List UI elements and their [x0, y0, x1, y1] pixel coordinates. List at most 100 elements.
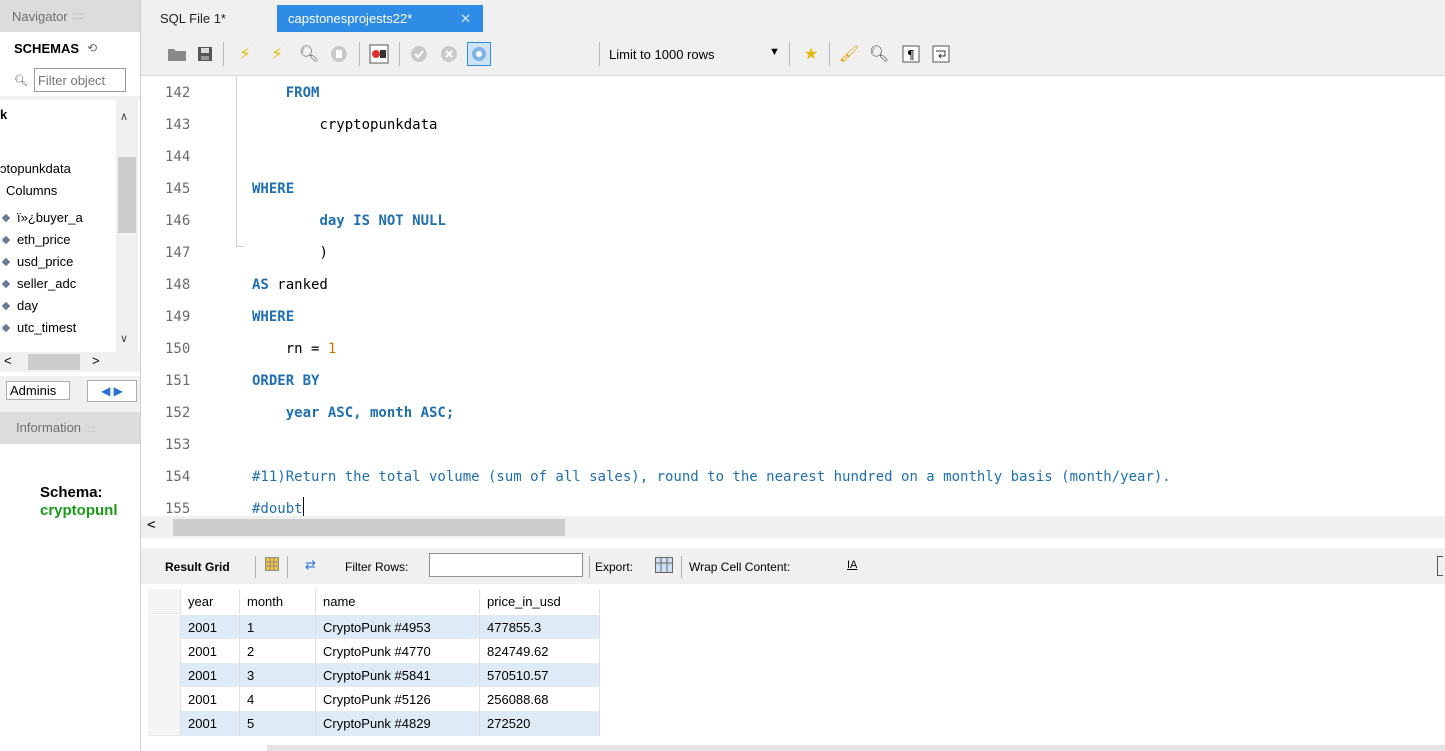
information-header: Information :::: — [0, 412, 140, 444]
table-cell[interactable]: 2001 — [181, 639, 240, 664]
table-cell[interactable]: 570510.57 — [480, 663, 600, 688]
table-cell[interactable]: 477855.3 — [480, 615, 600, 640]
folder-open-icon[interactable] — [165, 42, 189, 66]
tree-column-node[interactable]: ï»¿buyer_a — [0, 207, 83, 229]
grid-layout-icon[interactable] — [265, 557, 279, 574]
table-cell[interactable]: CryptoPunk #4829 — [316, 711, 480, 736]
toggle-error-icon[interactable] — [367, 42, 391, 66]
table-row[interactable]: 2001 2 CryptoPunk #4770 824749.62 — [148, 639, 600, 664]
export-label: Export: — [595, 560, 634, 574]
export-icon[interactable] — [655, 557, 673, 576]
tab-administration[interactable]: Adminis — [6, 381, 70, 400]
autocommit-icon[interactable] — [467, 42, 491, 66]
table-cell[interactable]: 5 — [240, 711, 316, 736]
wrap-cell-label: Wrap Cell Content: — [689, 560, 791, 574]
row-header[interactable] — [148, 663, 181, 688]
grid-header-row[interactable]: year month name price_in_usd — [148, 589, 600, 614]
side-panel-toggle-icon[interactable] — [1437, 556, 1443, 576]
table-cell[interactable]: CryptoPunk #4770 — [316, 639, 480, 664]
table-cell[interactable]: 4 — [240, 687, 316, 712]
commit-icon[interactable] — [407, 42, 431, 66]
scroll-left-icon[interactable]: < — [147, 517, 155, 533]
code-text: rn = 1 — [252, 332, 337, 366]
table-cell[interactable]: CryptoPunk #4953 — [316, 615, 480, 640]
table-cell[interactable]: 2001 — [181, 711, 240, 736]
row-header[interactable] — [148, 639, 181, 664]
tree-column-node[interactable]: eth_price — [0, 229, 70, 251]
tab-scroll-arrows-icon[interactable]: ◀ ▶ — [87, 380, 137, 402]
stop-icon[interactable] — [327, 42, 351, 66]
scroll-right-icon[interactable]: > — [92, 353, 100, 368]
table-cell[interactable]: 256088.68 — [480, 687, 600, 712]
column-header[interactable]: month — [240, 589, 316, 614]
refresh-icon[interactable]: ⟲ — [87, 41, 97, 55]
line-number: 152 — [165, 405, 191, 421]
editor-horizontal-scrollbar[interactable]: < — [141, 516, 1445, 538]
table-row[interactable]: 2001 1 CryptoPunk #4953 477855.3 — [148, 615, 600, 640]
sql-comment: #doubt — [252, 501, 303, 517]
tab-capstonesprojests22[interactable]: capstonesprojests22* ✕ — [277, 5, 483, 32]
wrap-icon[interactable] — [929, 42, 953, 66]
table-row[interactable]: 2001 4 CryptoPunk #5126 256088.68 — [148, 687, 600, 712]
filter-rows-input[interactable] — [429, 553, 583, 577]
tree-column-node[interactable]: usd_price — [0, 251, 73, 273]
result-grid[interactable]: year month name price_in_usd 2001 1 CryptoPunk… — [148, 585, 1445, 751]
add-snippet-icon[interactable]: ★ — [799, 42, 823, 66]
table-cell[interactable]: 272520 — [480, 711, 600, 736]
tree-table-node[interactable]: ɔtopunkdata — [0, 158, 71, 180]
close-icon[interactable]: ✕ — [460, 5, 471, 32]
tree-column-label: utc_timest — [17, 320, 77, 335]
result-grid-tab[interactable]: Result Grid — [165, 560, 230, 574]
scrollbar-thumb[interactable] — [173, 519, 565, 536]
table-row[interactable]: 2001 5 CryptoPunk #4829 272520 — [148, 711, 600, 736]
table-cell[interactable]: CryptoPunk #5841 — [316, 663, 480, 688]
column-header[interactable]: price_in_usd — [480, 589, 600, 614]
table-cell[interactable]: 1 — [240, 615, 316, 640]
invisibles-icon[interactable]: ¶ — [899, 42, 923, 66]
sql-keyword: WHERE — [252, 309, 295, 325]
table-cell[interactable]: 824749.62 — [480, 639, 600, 664]
line-number: 151 — [165, 373, 191, 389]
table-cell[interactable]: 3 — [240, 663, 316, 688]
explain-icon[interactable]: 🔍︎ — [297, 42, 321, 66]
row-header[interactable] — [148, 615, 181, 640]
filter-objects-input[interactable] — [33, 68, 126, 92]
tree-column-node[interactable]: utc_timest — [0, 317, 76, 339]
scrollbar-thumb[interactable] — [28, 354, 80, 370]
tab-sql-file-1[interactable]: SQL File 1* — [149, 5, 237, 32]
line-number: 153 — [165, 437, 191, 453]
rollback-icon[interactable] — [437, 42, 461, 66]
column-header[interactable]: name — [316, 589, 480, 614]
tree-horizontal-scrollbar[interactable]: < > — [0, 352, 140, 372]
line-number: 154 — [165, 469, 191, 485]
row-header[interactable] — [148, 589, 181, 614]
table-cell[interactable]: CryptoPunk #5126 — [316, 687, 480, 712]
chevron-down-icon[interactable]: ▼ — [769, 46, 780, 58]
execute-icon[interactable]: ⚡ — [233, 42, 257, 66]
table-cell[interactable]: 2 — [240, 639, 316, 664]
tree-vertical-scrollbar[interactable]: ∧ ∨ — [116, 100, 138, 352]
scroll-left-icon[interactable]: < — [4, 353, 12, 368]
find-icon[interactable]: 🔍︎ — [867, 42, 891, 66]
save-icon[interactable] — [193, 42, 217, 66]
tree-columns-node[interactable]: Columns — [6, 180, 57, 202]
information-title: Information — [16, 420, 82, 435]
row-header[interactable] — [148, 687, 181, 712]
tree-schema-node[interactable]: k — [0, 104, 7, 126]
execute-current-icon[interactable]: ⚡ — [265, 42, 289, 66]
tree-column-node[interactable]: day — [0, 295, 38, 317]
table-row[interactable]: 2001 3 CryptoPunk #5841 570510.57 — [148, 663, 600, 688]
scrollbar-thumb[interactable] — [118, 157, 136, 233]
sql-editor[interactable]: 142 FROM 143 cryptopunkdata 144 145 WHERE 146… — [141, 76, 1445, 538]
row-header[interactable] — [148, 711, 181, 736]
limit-rows-select[interactable]: Limit to 1000 rows — [609, 47, 715, 62]
scroll-down-icon[interactable]: ∨ — [120, 332, 128, 345]
table-cell[interactable]: 2001 — [181, 663, 240, 688]
tree-column-node[interactable]: seller_adc — [0, 273, 76, 295]
scroll-up-icon[interactable]: ∧ — [120, 110, 128, 123]
table-cell[interactable]: 2001 — [181, 687, 240, 712]
table-cell[interactable]: 2001 — [181, 615, 240, 640]
column-header[interactable]: year — [181, 589, 240, 614]
wrap-cell-icon[interactable]: IA — [847, 559, 857, 571]
beautify-icon[interactable]: 🖌︎ — [837, 42, 861, 66]
